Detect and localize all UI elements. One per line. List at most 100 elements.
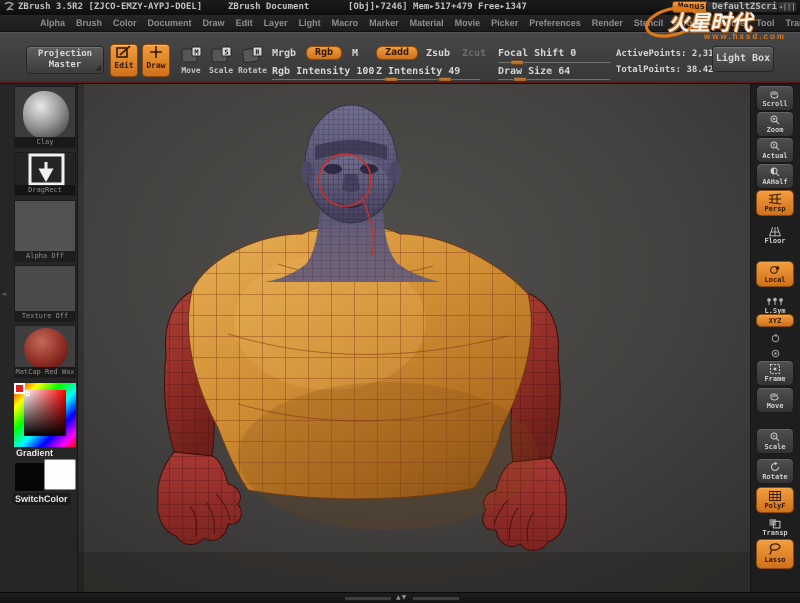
texture-selector[interactable]: Texture Off [14,265,76,322]
persp-icon [767,193,783,205]
draw-icon [148,45,164,59]
alpha-selector[interactable]: Alpha Off [14,200,76,262]
saturation-value-square[interactable] [24,390,66,436]
memory-stats: [Obj]▸7246] Mem▸517+479 Free▸1347 [348,2,527,12]
menu-bar: Alpha Brush Color Document Draw Edit Lay… [0,15,800,32]
persp-button[interactable]: Persp [756,190,794,216]
menu-movie[interactable]: Movie [455,18,481,28]
shelf-scale-button[interactable]: Scale [756,428,794,454]
shelf-rotate-button[interactable]: Rotate [756,458,794,484]
floor-button[interactable]: Floor [756,224,794,247]
svg-text:M: M [194,48,198,56]
current-color-swatch[interactable] [14,383,25,394]
zadd-button[interactable]: Zadd [376,46,418,60]
divider-segment-right[interactable] [412,596,460,601]
lsym-icon [766,297,784,307]
zoom-button[interactable]: Zoom [756,111,794,137]
menu-color[interactable]: Color [113,18,137,28]
rotate-arrow-icon [768,461,782,473]
zbrush-window: ZBrush 3.5R2 [ZJCO-EMZY-AYPJ-DOEL] ZBrus… [0,0,800,603]
mrgb-button[interactable]: Mrgb [272,48,296,59]
lasso-button[interactable]: Lasso [756,539,794,569]
menu-document[interactable]: Document [148,18,192,28]
tray-divider-handle[interactable]: ▲▼ [396,594,407,601]
scale-magnifier-icon [768,431,782,443]
brush-selector[interactable]: Clay [14,86,76,148]
color-cursor [26,392,30,396]
menu-edit[interactable]: Edit [236,18,253,28]
move-hand-icon [768,390,782,402]
z-intensity-slider[interactable]: Z Intensity 49 [376,66,460,77]
menu-light[interactable]: Light [299,18,321,28]
transp-button[interactable]: Transp [756,516,794,539]
menu-render[interactable]: Render [592,18,623,28]
lasso-icon [767,542,783,556]
focal-shift-slider[interactable]: Focal Shift 0 [498,48,576,59]
xyz-button[interactable]: XYZ [756,314,794,327]
app-title: ZBrush 3.5R2 [ZJCO-EMZY-AYPJ-DOEL] [18,2,202,12]
actual-button[interactable]: Actual [756,137,794,163]
scroll-button[interactable]: Scroll [756,85,794,111]
frame-button[interactable]: Frame [756,360,794,386]
rotate-button[interactable]: R Rotate [238,46,266,75]
draw-button[interactable]: Draw [142,44,170,77]
menu-texture[interactable]: Texture [713,18,745,28]
move-icon: M [180,46,202,64]
zcut-button[interactable]: Zcut [462,48,486,59]
m-button[interactable]: M [352,48,358,59]
rgb-intensity-slider[interactable]: Rgb Intensity 100 [272,66,374,77]
menu-tool[interactable]: Tool [756,18,774,28]
edit-icon [116,45,132,59]
active-points-readout: ActivePoints: 2,315 [616,49,719,59]
document-canvas[interactable] [78,84,750,592]
edit-button[interactable]: Edit [110,44,138,77]
color-picker[interactable] [14,383,76,447]
menu-marker[interactable]: Marker [369,18,399,28]
corner-fold-icon [95,65,101,71]
rgb-button[interactable]: Rgb [306,46,342,60]
material-selector[interactable]: MatCap Red Wax [14,325,76,378]
stroke-selector[interactable]: DragRect [14,152,76,196]
frame-icon [768,363,782,375]
menu-macro[interactable]: Macro [332,18,359,28]
projection-master-button[interactable]: Projection Master [26,46,104,74]
light-box-button[interactable]: Light Box [712,46,774,72]
menu-material[interactable]: Material [410,18,444,28]
floor-icon [767,226,783,237]
dragrect-stroke-icon [15,153,76,187]
spin-y-icon[interactable] [765,330,785,343]
zoom-icon [768,114,782,126]
zsub-button[interactable]: Zsub [426,48,450,59]
menu-picker[interactable]: Picker [491,18,518,28]
aahalf-button[interactable]: AAHalf [756,163,794,189]
menu-brush[interactable]: Brush [76,18,102,28]
local-button[interactable]: Local [756,261,794,287]
main-color-swatch[interactable] [14,462,45,492]
menu-stroke[interactable]: Stroke [674,18,702,28]
menu-preferences[interactable]: Preferences [529,18,581,28]
shelf-move-button[interactable]: Move [756,387,794,413]
document-title: ZBrush Document [228,2,309,12]
divider-segment-left[interactable] [344,596,392,601]
switchcolor-button[interactable]: SwitchColor [12,493,71,505]
move-button[interactable]: M Move [178,46,204,75]
aahalf-icon [768,166,782,178]
polyframe-icon [767,490,783,502]
focal-shift-handle[interactable] [510,60,524,65]
menu-draw[interactable]: Draw [203,18,225,28]
menu-transform[interactable]: Transform [785,18,800,28]
menu-stencil[interactable]: Stencil [634,18,664,28]
tray-collapse-handle[interactable]: ◄ [1,290,6,298]
hand-icon [768,88,782,100]
secondary-color-swatch[interactable] [44,459,76,490]
polyf-button[interactable]: PolyF [756,487,794,513]
matcap-red-wax-icon [24,328,68,370]
menu-layer[interactable]: Layer [264,18,288,28]
collapse-button[interactable]: ◂||| [777,1,797,13]
scale-button[interactable]: S Scale [208,46,234,75]
spin-z-icon[interactable] [765,345,785,358]
bottom-tray-bar: ▲▼ [0,592,800,603]
menu-alpha[interactable]: Alpha [40,18,65,28]
draw-size-slider[interactable]: Draw Size 64 [498,66,570,77]
gradient-label[interactable]: Gradient [16,448,53,458]
